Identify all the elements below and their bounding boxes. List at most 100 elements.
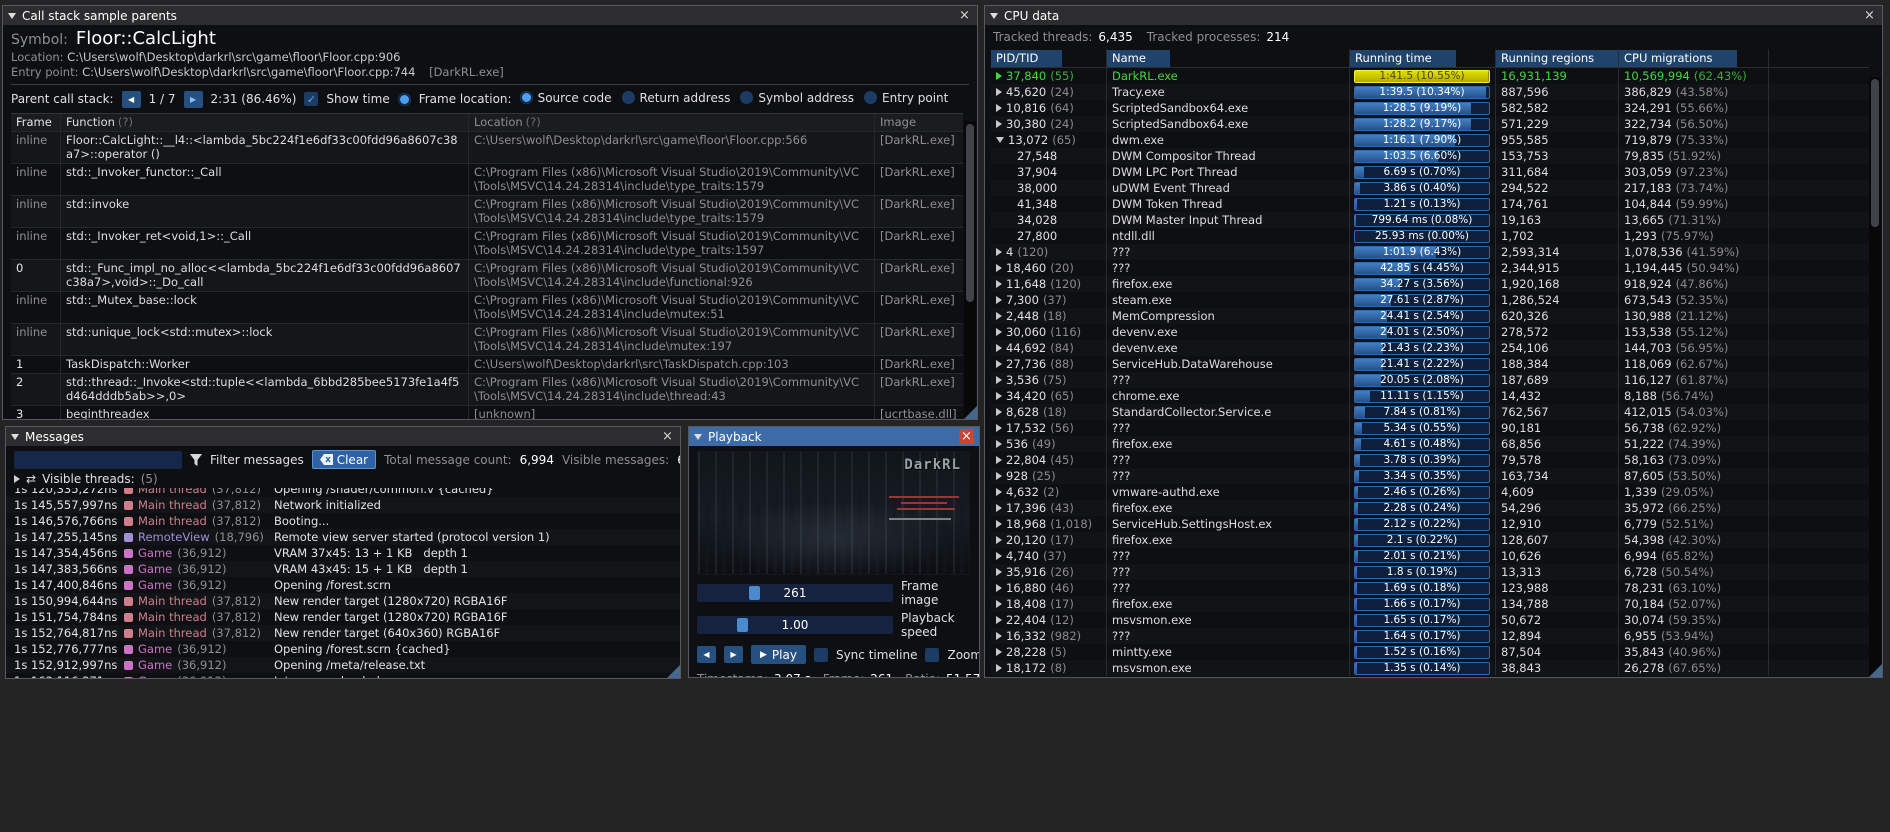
cpu-titlebar[interactable]: CPU data × [985,6,1882,25]
close-icon[interactable]: × [1862,8,1877,23]
show-time-checkbox[interactable]: ✓ [304,92,319,106]
cpu-row[interactable]: 30,060 (116) devenv.exe 24.01 s (2.50%) 278,… [991,324,1869,340]
callstack-row[interactable]: inline std::unique_lock<std::mutex>::lock… [11,324,963,356]
cpu-row[interactable]: 27,548 DWM Compositor Thread 1:03.5 (6.60%… [991,148,1869,164]
callstack-row[interactable]: inline std::_Invoker_ret<void,1>::_Call C:… [11,228,963,260]
prev-parent-button[interactable]: ◀ [121,90,141,108]
playback-titlebar[interactable]: Playback × [689,427,979,446]
cpu-row[interactable]: 16,880 (46)??? 1.69 s (0.18%) 123,988 78,231… [991,580,1869,596]
cpu-row[interactable]: 22,804 (45)??? 3.78 s (0.39%) 79,578 58,163(… [991,452,1869,468]
frame-slider[interactable]: 261 [697,584,893,602]
cpu-row[interactable]: 20,120 (17) firefox.exe 2.1 s (0.22%) 128,60… [991,532,1869,548]
callstack-titlebar[interactable]: Call stack sample parents × [3,6,977,25]
expand-caret-icon[interactable] [996,328,1002,336]
cpu-row[interactable]: 35,916 (26)??? 1.8 s (0.19%) 13,313 6,728 (50… [991,564,1869,580]
scrollbar-thumb[interactable] [966,124,974,302]
expand-caret-icon[interactable] [996,88,1002,96]
collapse-arrow-icon[interactable] [990,12,998,19]
resize-grip[interactable] [1869,664,1882,677]
cpu-row[interactable]: 17,396 (43) firefox.exe 2.28 s (0.24%) 54,29… [991,500,1869,516]
cpu-row[interactable]: 18,408 (17) firefox.exe 1.66 s (0.17%) 134,7… [991,596,1869,612]
expand-caret-icon[interactable] [996,632,1002,640]
cpu-row[interactable]: 18,968 (1,018) ServiceHub.SettingsHost.ex 2… [991,516,1869,532]
cpu-row[interactable]: 11,648 (120) firefox.exe 34.27 s (3.56%) 1,9… [991,276,1869,292]
expand-caret-icon[interactable] [996,264,1002,272]
collapse-arrow-icon[interactable] [11,433,19,440]
expand-caret-icon[interactable] [996,312,1002,320]
callstack-row[interactable]: inline std::invoke C:\Program Files (x86)\… [11,196,963,228]
collapse-arrow-icon[interactable] [8,12,16,19]
expand-caret-icon[interactable] [996,424,1002,432]
message-row[interactable]: 1s 152,912,997ns Game (36,912) Opening /met… [6,657,680,673]
radio-icon[interactable] [864,91,877,105]
cpu-row[interactable]: 38,000 uDWM Event Thread 3.86 s (0.40%) 294… [991,180,1869,196]
cpu-row[interactable]: 10,816 (64) ScriptedSandbox64.exe 1:28.5 (9… [991,100,1869,116]
expand-caret-icon[interactable] [996,664,1002,672]
expand-caret-icon[interactable] [996,552,1002,560]
expand-caret-icon[interactable] [996,392,1002,400]
close-icon[interactable]: × [959,429,974,444]
cpu-row[interactable]: 536 (49) firefox.exe 4.61 s (0.48%) 68,856 51… [991,436,1869,452]
close-icon[interactable]: × [957,8,972,23]
expand-caret-icon[interactable] [996,72,1002,80]
cpu-row[interactable]: 34,420 (65) chrome.exe 11.11 s (1.15%) 14,43… [991,388,1869,404]
expand-caret-icon[interactable] [996,584,1002,592]
expand-caret-icon[interactable] [996,408,1002,416]
expand-caret-icon[interactable] [996,568,1002,576]
message-row[interactable]: 1s 152,764,817ns Main thread (37,812) New r… [6,625,680,641]
cpu-row[interactable]: 7,300 (37) steam.exe 27.61 s (2.87%) 1,286,5… [991,292,1869,308]
speed-slider[interactable]: 1.00 [697,616,893,634]
expand-caret-icon[interactable] [14,475,20,483]
expand-caret-icon[interactable] [996,440,1002,448]
cpu-row[interactable]: 37,904 DWM LPC Port Thread 6.69 s (0.70%) 3… [991,164,1869,180]
message-row[interactable]: 1s 120,335,272ns Main thread (37,812) Openi… [6,488,680,497]
expand-caret-icon[interactable] [996,344,1002,352]
callstack-row[interactable]: 3 beginthreadex [unknown] [ucrtbase.dll] [11,406,963,419]
cpu-column-header[interactable]: Running regions [1496,49,1619,67]
callstack-scrollbar[interactable] [964,121,976,418]
cpu-row[interactable]: 28,228 (5) mintty.exe 1.52 s (0.16%) 87,504 3… [991,644,1869,660]
cpu-row[interactable]: 41,348 DWM Token Thread 1.21 s (0.13%) 174,… [991,196,1869,212]
message-row[interactable]: 1s 147,354,456ns Game (36,912) VRAM 37x45: … [6,545,680,561]
column-header[interactable]: Frame [11,114,61,131]
column-header[interactable]: Function (?) [61,114,469,131]
expand-caret-icon[interactable] [996,456,1002,464]
callstack-row[interactable]: inline std::_Mutex_base::lock C:\Program F… [11,292,963,324]
resize-grip[interactable] [667,665,680,678]
cpu-row[interactable]: 8,628 (18) StandardCollector.Service.e 7.84… [991,404,1869,420]
message-row[interactable]: 1s 147,255,145ns RemoteView (18,796) Remote… [6,529,680,545]
cpu-row[interactable]: 37,840 (55) DarkRL.exe 1:41.5 (10.55%) 16,93… [991,68,1869,84]
message-row[interactable]: 1s 152,776,777ns Game (36,912) Opening /for… [6,641,680,657]
column-header[interactable]: Image [875,114,963,131]
callstack-row[interactable]: 0 std::_Func_impl_no_alloc<<lambda_5bc224… [11,260,963,292]
cpu-column-header[interactable]: PID/TID [991,49,1107,67]
messages-titlebar[interactable]: Messages × [6,427,680,446]
message-row[interactable]: 1s 163,116,371ns Game (36,912) Intro menu l… [6,673,680,678]
expand-caret-icon[interactable] [996,280,1002,288]
expand-caret-icon[interactable] [996,536,1002,544]
cpu-row[interactable]: 27,800 ntdll.dll 25.93 ms (0.00%) 1,702 1,29… [991,228,1869,244]
cpu-column-header[interactable]: Name [1107,49,1350,67]
message-row[interactable]: 1s 147,383,566ns Game (36,912) VRAM 43x45: … [6,561,680,577]
radio-icon[interactable] [621,91,635,105]
callstack-row[interactable]: 2 std::thread::_Invoke<std::tuple<<lambda… [11,374,963,406]
close-icon[interactable]: × [660,429,675,444]
expand-caret-icon[interactable] [996,504,1002,512]
sync-timeline-checkbox[interactable]: ✓ [813,647,828,662]
cpu-scrollbar[interactable] [1869,77,1881,675]
expand-caret-icon[interactable] [996,648,1002,656]
cpu-row[interactable]: 22,404 (12) msvsmon.exe 1.65 s (0.17%) 50,67… [991,612,1869,628]
play-button[interactable]: ▶ Play [751,645,806,664]
callstack-row[interactable]: inline std::_Invoker_functor::_Call C:\Pro… [11,164,963,196]
cpu-row[interactable]: 17,532 (56)??? 5.34 s (0.55%) 90,181 56,738(… [991,420,1869,436]
frame-location-option[interactable]: Return address [621,91,730,105]
cpu-row[interactable]: 13,072 (65) dwm.exe 1:16.1 (7.90%) 955,585 71… [991,132,1869,148]
clear-button[interactable]: Clear [311,450,377,469]
zoom-checkbox[interactable]: ✓ [925,647,940,662]
cpu-row[interactable]: 4,632 (2) vmware-authd.exe 2.46 s (0.26%) 4,… [991,484,1869,500]
cpu-row[interactable]: 45,620 (24) Tracy.exe 1:39.5 (10.34%) 887,59… [991,84,1869,100]
frame-location-option[interactable]: Entry point [864,91,948,105]
filter-input[interactable] [14,450,182,469]
resize-grip[interactable] [964,406,977,419]
prev-frame-button[interactable]: ◀ [697,646,716,663]
